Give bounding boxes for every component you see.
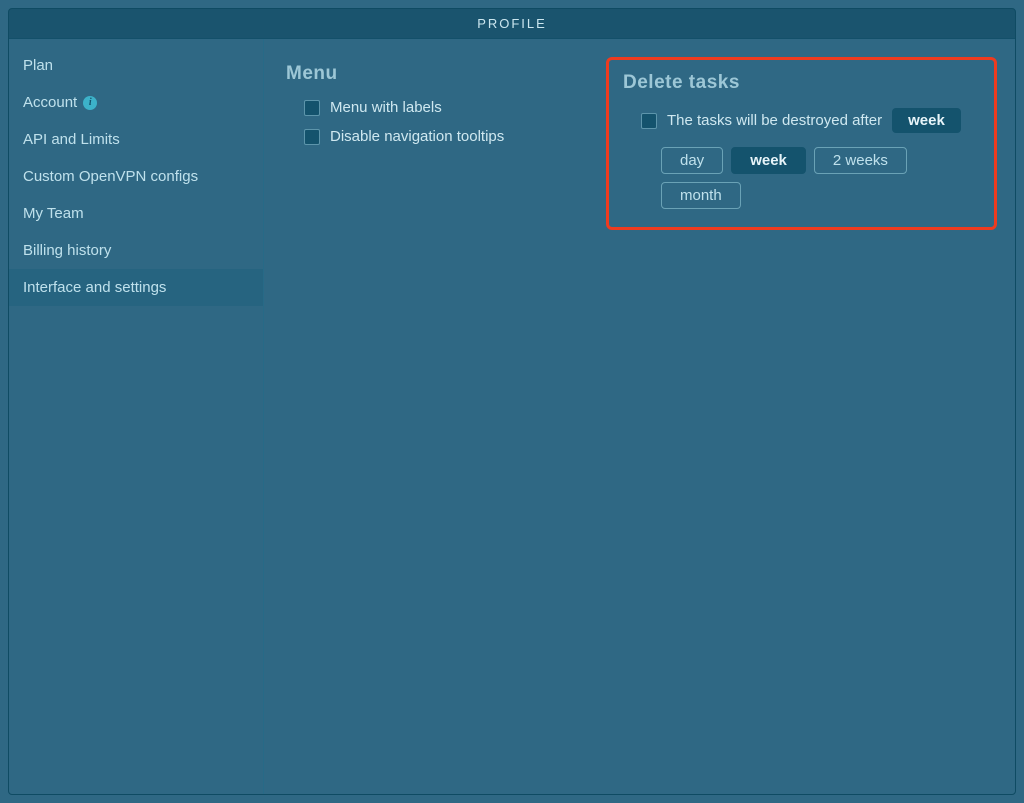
checkbox-label: Menu with labels <box>330 99 442 116</box>
menu-section: Menu Menu with labels Disable navigation… <box>286 63 586 157</box>
sidebar-item-api-limits[interactable]: API and Limits <box>9 121 263 158</box>
menu-option-labels[interactable]: Menu with labels <box>304 99 586 116</box>
menu-option-tooltips[interactable]: Disable navigation tooltips <box>304 128 586 145</box>
sidebar-item-interface-settings[interactable]: Interface and settings <box>9 269 263 306</box>
checkbox-label: Disable navigation tooltips <box>330 128 504 145</box>
delete-section-wrapper: Delete tasks The tasks will be destroyed… <box>606 63 997 230</box>
interval-option-day[interactable]: day <box>661 147 723 174</box>
profile-window: PROFILE Plan Account i API and Limits Cu… <box>8 8 1016 795</box>
sidebar: Plan Account i API and Limits Custom Ope… <box>9 39 263 794</box>
menu-section-title: Menu <box>286 63 586 85</box>
sidebar-item-label: Interface and settings <box>23 279 166 296</box>
content-area: Menu Menu with labels Disable navigation… <box>263 39 1015 794</box>
delete-checkbox-label: The tasks will be destroyed after <box>667 112 882 129</box>
window-body: Plan Account i API and Limits Custom Ope… <box>9 39 1015 794</box>
sidebar-item-label: Billing history <box>23 242 111 259</box>
info-icon: i <box>83 96 97 110</box>
sidebar-item-plan[interactable]: Plan <box>9 47 263 84</box>
sidebar-item-label: Plan <box>23 57 53 74</box>
title-text: PROFILE <box>477 16 547 31</box>
sidebar-item-label: Account <box>23 94 77 111</box>
checkbox-icon[interactable] <box>304 129 320 145</box>
interval-option-week[interactable]: week <box>731 147 806 174</box>
highlight-annotation: Delete tasks The tasks will be destroyed… <box>606 57 997 230</box>
delete-section-title: Delete tasks <box>623 72 980 94</box>
sidebar-item-my-team[interactable]: My Team <box>9 195 263 232</box>
sidebar-item-label: Custom OpenVPN configs <box>23 168 198 185</box>
selected-interval-pill[interactable]: week <box>892 108 961 133</box>
delete-checkbox-row: The tasks will be destroyed after week <box>641 108 980 133</box>
sidebar-item-billing[interactable]: Billing history <box>9 232 263 269</box>
interval-options: day week 2 weeks month <box>661 147 980 209</box>
sidebar-item-openvpn[interactable]: Custom OpenVPN configs <box>9 158 263 195</box>
sidebar-item-label: API and Limits <box>23 131 120 148</box>
interval-option-2weeks[interactable]: 2 weeks <box>814 147 907 174</box>
window-title: PROFILE <box>9 9 1015 39</box>
checkbox-icon[interactable] <box>304 100 320 116</box>
checkbox-icon[interactable] <box>641 113 657 129</box>
sidebar-item-label: My Team <box>23 205 84 222</box>
interval-option-month[interactable]: month <box>661 182 741 209</box>
sidebar-item-account[interactable]: Account i <box>9 84 263 121</box>
